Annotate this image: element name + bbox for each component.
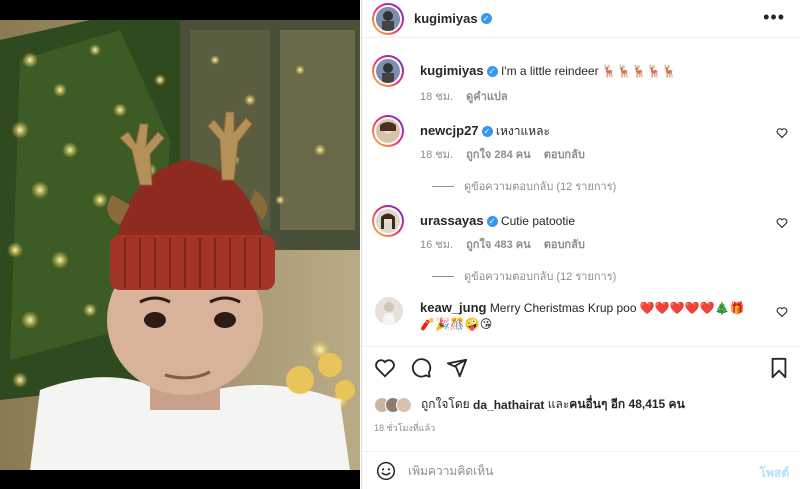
post-header: kugimiyas ✓ •••	[362, 0, 800, 38]
comment-item: keaw_jung Merry Cheristmas Krup poo ❤️❤️…	[372, 294, 792, 344]
comment-avatar-ring[interactable]	[372, 205, 404, 237]
liker-avatars	[374, 396, 412, 413]
comment-meta: 18 ชม. ถูกใจ 284 คน ตอบกลับ	[420, 145, 595, 163]
save-bookmark-icon[interactable]	[769, 357, 789, 379]
comment-body: keaw_jung Merry Cheristmas Krup poo ❤️❤️…	[420, 300, 750, 332]
comment-avatar	[376, 209, 400, 233]
comment-bubble-icon[interactable]	[410, 357, 432, 379]
comment-item: urassayas ✓ Cutie patootie 16 ชม. ถูกใจ 4…	[372, 205, 792, 285]
like-heart-icon[interactable]	[374, 357, 396, 379]
likes-summary: ถูกใจโดย da_hathairat และ คนอื่นๆ อีก 48,…	[374, 395, 685, 414]
caption-body: kugimiyas ✓ I'm a little reindeer 🦌🦌🦌🦌🦌	[420, 63, 760, 79]
comment-avatar	[376, 119, 400, 143]
likes-middle: และ	[547, 397, 570, 411]
like-comment-heart-icon[interactable]	[776, 306, 788, 318]
view-replies-label: ดูข้อความตอบกลับ (12 รายการ)	[464, 271, 617, 283]
reply-button[interactable]: ตอบกลับ	[544, 239, 585, 251]
caption-avatar-ring[interactable]	[372, 55, 404, 87]
comment-username[interactable]: newcjp27	[420, 123, 479, 138]
replies-divider	[432, 275, 454, 277]
add-comment-input[interactable]	[408, 464, 728, 478]
replies-divider	[432, 185, 454, 187]
comment-avatar-image	[375, 297, 403, 325]
comment-item: newcjp27 ✓ เหงาแหละ 18 ชม. ถูกใจ 284 คน ต…	[372, 115, 792, 195]
caption-time[interactable]: 18 ชม.	[420, 91, 453, 103]
comment-likes[interactable]: ถูกใจ 284 คน	[466, 149, 530, 161]
likes-prefix: ถูกใจโดย	[421, 397, 470, 411]
like-comment-heart-icon[interactable]	[776, 127, 788, 139]
comment-meta: 16 ชม. ถูกใจ 483 คน ตอบกลับ	[420, 235, 595, 253]
comment-text: เหงาแหละ	[495, 124, 550, 138]
comment-username[interactable]: keaw_jung	[420, 300, 486, 315]
post-comment-button[interactable]: โพสต์	[760, 464, 789, 483]
comment-text: Cutie patootie	[500, 214, 576, 228]
comment-avatar[interactable]	[375, 297, 403, 325]
view-replies-button[interactable]: ดูข้อความตอบกลับ (12 รายการ)	[432, 267, 616, 285]
comment-avatar-ring[interactable]	[372, 115, 404, 147]
view-replies-label: ดูข้อความตอบกลับ (12 รายการ)	[464, 181, 617, 193]
author-avatar-ring[interactable]	[372, 2, 404, 35]
caption-text: I'm a little reindeer 🦌🦌🦌🦌🦌	[500, 64, 677, 78]
post-details-panel: kugimiyas ✓ ••• kugimiyas ✓ I'm a little …	[361, 0, 800, 489]
verified-badge-icon: ✓	[486, 216, 498, 228]
verified-badge-icon: ✓	[486, 66, 498, 78]
post-photo-area	[0, 0, 360, 489]
comments-list[interactable]: kugimiyas ✓ I'm a little reindeer 🦌🦌🦌🦌🦌 1…	[362, 39, 800, 347]
comment-username[interactable]: urassayas	[420, 213, 484, 228]
more-options-icon[interactable]: •••	[763, 8, 785, 26]
reply-button[interactable]: ตอบกลับ	[544, 149, 585, 161]
post-timestamp[interactable]: 18 ชั่วโมงที่แล้ว	[374, 421, 435, 435]
caption-username[interactable]: kugimiyas	[420, 63, 484, 78]
translate-link[interactable]: ดูคำแปล	[466, 91, 508, 103]
like-comment-heart-icon[interactable]	[776, 217, 788, 229]
post-actions: ถูกใจโดย da_hathairat และ คนอื่นๆ อีก 48,…	[362, 346, 800, 489]
view-replies-button[interactable]: ดูข้อความตอบกลับ (12 รายการ)	[432, 177, 616, 195]
author-avatar	[376, 6, 400, 31]
liker-username[interactable]: da_hathairat	[473, 398, 544, 412]
likes-others-link[interactable]: คนอื่นๆ อีก 48,415 คน	[569, 395, 685, 414]
share-send-icon[interactable]	[446, 357, 468, 379]
comment-body: urassayas ✓ Cutie patootie	[420, 213, 760, 229]
emoji-icon[interactable]	[376, 461, 396, 481]
comment-body: newcjp27 ✓ เหงาแหละ	[420, 123, 760, 139]
comment-likes[interactable]: ถูกใจ 483 คน	[466, 239, 530, 251]
verified-badge-icon: ✓	[481, 126, 493, 138]
liker-avatar	[396, 396, 412, 413]
selfie-photo	[0, 20, 360, 470]
caption-avatar	[376, 59, 400, 83]
caption-meta: 18 ชม. ดูคำแปล	[420, 87, 518, 105]
verified-badge-icon: ✓	[480, 13, 492, 24]
comment-time[interactable]: 18 ชม.	[420, 149, 453, 161]
action-icons	[374, 357, 468, 379]
comment-time[interactable]: 16 ชม.	[420, 239, 453, 251]
comment-composer: โพสต์	[362, 451, 800, 489]
author-username[interactable]: kugimiyas	[414, 11, 478, 26]
post-photo[interactable]	[0, 20, 360, 470]
caption: kugimiyas ✓ I'm a little reindeer 🦌🦌🦌🦌🦌 1…	[372, 55, 792, 105]
